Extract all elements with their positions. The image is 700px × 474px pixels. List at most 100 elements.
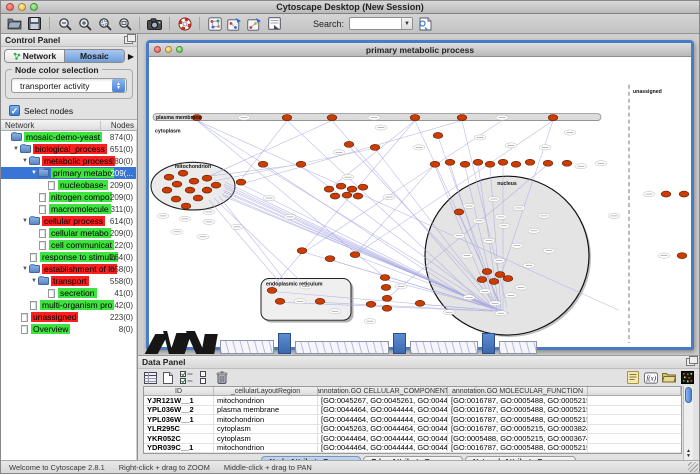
column-header[interactable] — [588, 387, 681, 395]
graph-edge[interactable] — [241, 121, 462, 185]
tree-header-nodes[interactable]: Nodes — [101, 121, 137, 130]
float-panel-icon[interactable] — [686, 358, 695, 366]
tree-disclosure-icon[interactable]: ▼ — [30, 278, 38, 284]
unselect-attributes-icon[interactable] — [197, 371, 211, 384]
graph-node[interactable] — [185, 187, 195, 193]
graph-node[interactable] — [325, 256, 335, 262]
graph-node[interactable] — [661, 191, 671, 197]
graph-node[interactable] — [164, 174, 174, 180]
edit-network-icon[interactable] — [227, 16, 242, 31]
zoom-in-icon[interactable] — [77, 16, 92, 31]
graph-node[interactable] — [511, 161, 521, 167]
graph-node[interactable] — [382, 305, 392, 311]
graph-node[interactable] — [282, 115, 292, 121]
search-input-combo[interactable]: ▼ — [349, 17, 413, 30]
tree-disclosure-icon[interactable]: ▼ — [21, 266, 29, 272]
graph-node[interactable] — [353, 193, 363, 199]
graph-node[interactable] — [460, 161, 470, 167]
graph-node[interactable] — [457, 115, 467, 121]
graph-node[interactable] — [315, 298, 325, 304]
zoom-out-icon[interactable] — [57, 16, 72, 31]
save-session-icon[interactable] — [27, 16, 42, 31]
attribute-matrix-icon[interactable] — [680, 371, 694, 384]
scrollbar-arrows-icon[interactable]: ▲▼ — [684, 449, 693, 460]
graph-node[interactable] — [347, 186, 357, 192]
help-lifering-icon[interactable] — [177, 16, 192, 31]
column-header[interactable]: _cellularLayoutRegion — [214, 387, 318, 395]
graph-node[interactable] — [485, 161, 495, 167]
tree-item-biological-process[interactable]: ▼biological_process651(0) — [1, 143, 136, 155]
graph-edge[interactable] — [197, 121, 479, 306]
graph-node[interactable] — [525, 159, 535, 165]
select-nodes-checkbox[interactable]: ✓ — [9, 105, 20, 116]
attribute-notes-icon[interactable] — [626, 371, 640, 384]
delete-attribute-trash-icon[interactable] — [215, 371, 229, 384]
graph-node[interactable] — [489, 278, 499, 284]
network-view-titlebar[interactable]: primary metabolic process — [149, 43, 691, 57]
graph-node[interactable] — [193, 195, 203, 201]
background-network-windows[interactable] — [150, 328, 560, 354]
graph-node[interactable] — [327, 115, 337, 121]
graph-node[interactable] — [202, 187, 212, 193]
tree-header-network[interactable]: Network — [1, 121, 101, 130]
graph-node[interactable] — [171, 196, 181, 202]
tree-item-multi-organism-pro[interactable]: multi-organism pro42(0) — [1, 299, 136, 311]
graph-node[interactable] — [267, 287, 277, 293]
tree-item-nucleobase-[interactable]: nucleobase-209(0) — [1, 179, 136, 191]
graph-node[interactable] — [178, 170, 188, 176]
zoom-fit-icon[interactable] — [117, 16, 132, 31]
zoom-selected-icon[interactable] — [97, 16, 112, 31]
new-attribute-icon[interactable] — [161, 371, 175, 384]
scrollbar-thumb[interactable] — [685, 387, 692, 403]
snapshot-camera-icon[interactable] — [147, 16, 162, 31]
graph-node[interactable] — [562, 160, 572, 166]
graph-node[interactable] — [189, 178, 199, 184]
graph-node[interactable] — [410, 115, 420, 121]
tree-item-establishment-of-lo[interactable]: ▼establishment of lo558(0) — [1, 263, 136, 275]
graph-node[interactable] — [482, 269, 492, 275]
search-dropdown-arrow-icon[interactable]: ▼ — [401, 18, 412, 29]
graph-edge[interactable] — [355, 164, 435, 254]
vizmapper-icon[interactable] — [207, 16, 222, 31]
graph-node[interactable] — [344, 141, 354, 147]
graph-node[interactable] — [258, 161, 268, 167]
graph-node[interactable] — [477, 276, 487, 282]
table-scrollbar[interactable]: ▲▼ — [683, 386, 693, 460]
table-row[interactable]: YJR121W__1mitochondrion[GO:0045267, GO:0… — [144, 396, 681, 406]
tree-item-overview[interactable]: Overview8(0) — [1, 323, 136, 335]
graph-node[interactable] — [380, 275, 390, 281]
graph-node[interactable] — [370, 144, 380, 150]
graph-node[interactable] — [172, 181, 182, 187]
tab-network[interactable]: Network — [5, 50, 64, 62]
graph-edge[interactable] — [214, 198, 299, 279]
resize-grip[interactable] — [688, 462, 698, 472]
graph-node[interactable] — [358, 184, 368, 190]
graph-node[interactable] — [211, 182, 221, 188]
graph-node[interactable] — [454, 209, 464, 215]
graph-node[interactable] — [297, 248, 307, 254]
graph-node[interactable] — [236, 179, 246, 185]
graph-edge[interactable] — [272, 121, 415, 288]
column-header[interactable]: ID — [144, 387, 214, 395]
table-row[interactable]: YPL036W__1mitochondrion[GO:0044464, GO:0… — [144, 415, 681, 425]
network-canvas[interactable]: plasma membranecytoplasmmitochondrionnuc… — [149, 57, 691, 347]
tree-item-cellular-metabo[interactable]: cellular metabo209(0) — [1, 227, 136, 239]
graph-node[interactable] — [324, 186, 334, 192]
table-row[interactable]: YLR295Ccytoplasm[GO:0045263, GO:0044464,… — [144, 425, 681, 435]
graph-node[interactable] — [677, 253, 687, 259]
tree-item-unassigned[interactable]: unassigned223(0) — [1, 311, 136, 323]
tree-item-cellular-process[interactable]: ▼cellular process614(0) — [1, 215, 136, 227]
graph-node[interactable] — [381, 284, 391, 290]
merge-network-icon[interactable] — [247, 16, 262, 31]
graph-node[interactable] — [445, 159, 455, 165]
tab-overflow-arrow-icon[interactable]: ▶ — [128, 52, 134, 61]
graph-node[interactable] — [330, 193, 340, 199]
graph-node[interactable] — [503, 275, 513, 281]
annotation-form-icon[interactable] — [267, 16, 282, 31]
advanced-search-icon[interactable] — [418, 16, 433, 31]
attribute-table-icon[interactable] — [143, 371, 157, 384]
tree-item-macromolecule[interactable]: macromolecule311(0) — [1, 203, 136, 215]
import-attributes-folder-icon[interactable] — [662, 371, 676, 384]
graph-node[interactable] — [430, 161, 440, 167]
tree-disclosure-icon[interactable]: ▼ — [12, 146, 20, 152]
